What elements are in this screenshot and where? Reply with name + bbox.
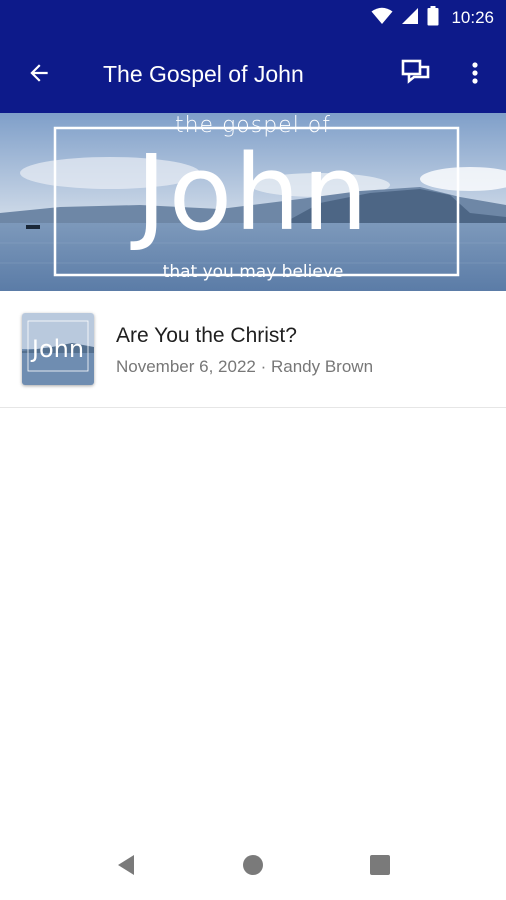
arrow-back-icon <box>26 60 52 91</box>
nav-home-circle-icon <box>242 854 264 881</box>
thumbnail-title-text: John <box>31 335 85 363</box>
banner-main-text: John <box>135 132 371 254</box>
more-vertical-icon <box>471 61 479 90</box>
status-bar: 10:26 <box>0 0 506 36</box>
series-banner[interactable]: the gospel of John that you may believe <box>0 113 506 291</box>
signal-icon <box>401 7 419 30</box>
nav-back-triangle-icon <box>116 854 136 881</box>
nav-home-button[interactable] <box>235 850 271 884</box>
sermon-meta: November 6, 2022 · Randy Brown <box>116 357 374 376</box>
nav-recents-button[interactable] <box>362 850 398 884</box>
battery-icon <box>427 5 439 31</box>
system-nav-bar <box>0 830 506 900</box>
back-button[interactable] <box>22 58 56 92</box>
app-bar: The Gospel of John <box>0 36 506 113</box>
wifi-icon <box>371 7 393 30</box>
page-title: The Gospel of John <box>103 61 304 87</box>
more-options-button[interactable] <box>460 58 490 92</box>
sermon-thumbnail: John <box>22 313 94 385</box>
banner-bottom-text: that you may believe <box>162 262 344 282</box>
sermon-title: Are You the Christ? <box>116 324 297 347</box>
nav-back-button[interactable] <box>108 850 144 884</box>
nav-recents-square-icon <box>369 854 391 881</box>
list-item[interactable]: John Are You the Christ? November 6, 202… <box>0 291 506 408</box>
status-icons: 10:26 <box>371 0 494 36</box>
chat-bubbles-icon <box>401 59 431 92</box>
status-time: 10:26 <box>451 8 494 27</box>
chat-button[interactable] <box>398 58 434 92</box>
